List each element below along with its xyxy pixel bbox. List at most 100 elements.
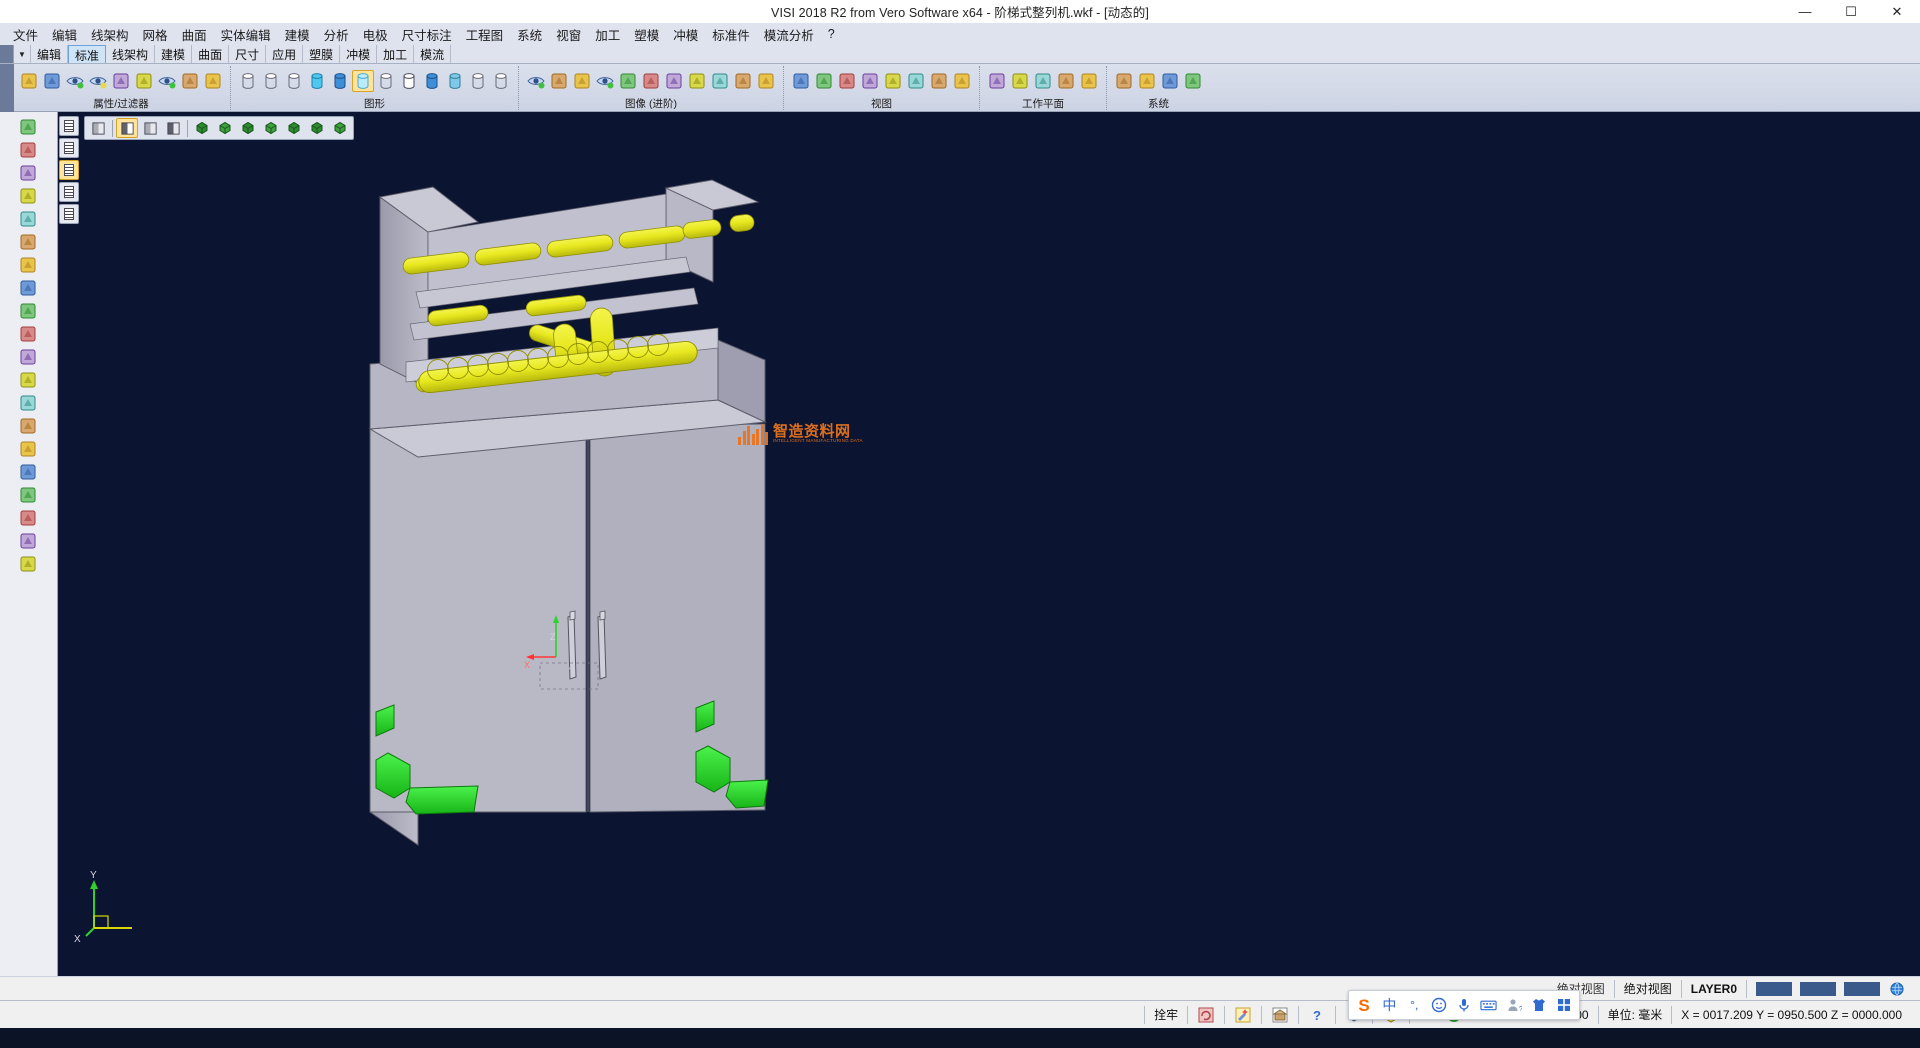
trim-tool-icon[interactable] — [15, 300, 41, 322]
menu-item-9[interactable]: 尺寸标注 — [395, 23, 459, 46]
fillet-tool-icon[interactable] — [15, 323, 41, 345]
zoom-window-icon[interactable] — [836, 70, 858, 92]
shaded-view-icon[interactable] — [329, 70, 351, 92]
ribbon-tab-应用[interactable]: 应用 — [266, 45, 303, 63]
wireframe-view-icon[interactable] — [260, 70, 282, 92]
smiley-view-icon[interactable] — [951, 70, 973, 92]
minimize-button[interactable]: — — [1782, 0, 1828, 23]
snap-magic-icon[interactable] — [1231, 1004, 1255, 1026]
color-chip-2[interactable] — [1800, 982, 1836, 996]
snap-tool-icon[interactable] — [15, 553, 41, 575]
adv-mesh-icon[interactable] — [732, 70, 754, 92]
hidden-dashed-view-icon[interactable] — [306, 70, 328, 92]
ribbon-tab-标准[interactable]: 标准 — [68, 45, 106, 63]
menu-item-14[interactable]: 塑模 — [627, 23, 666, 46]
soft-keyboard-icon[interactable] — [1477, 993, 1500, 1017]
menu-item-7[interactable]: 分析 — [317, 23, 356, 46]
emoji-icon[interactable] — [1428, 993, 1451, 1017]
ribbon-tab-加工[interactable]: 加工 — [377, 45, 414, 63]
adv-cyan-icon[interactable] — [709, 70, 731, 92]
calculator-icon[interactable] — [1136, 70, 1158, 92]
ribbon-tab-尺寸[interactable]: 尺寸 — [229, 45, 266, 63]
menu-item-6[interactable]: 建模 — [278, 23, 317, 46]
lock-label[interactable]: 拴牢 — [1150, 1006, 1182, 1023]
copy-tool-icon[interactable] — [15, 507, 41, 529]
globe-icon[interactable] — [1885, 978, 1909, 1000]
no-shade-icon[interactable] — [490, 70, 512, 92]
mirror-tool-icon[interactable] — [15, 254, 41, 276]
pencil-draw-icon[interactable] — [15, 139, 41, 161]
adv-refresh-icon[interactable] — [571, 70, 593, 92]
layer-traffic-light-icon[interactable] — [110, 70, 132, 92]
snap-rotate-icon[interactable] — [1194, 1004, 1218, 1026]
select-entity-icon[interactable] — [15, 116, 41, 138]
extend-tool-icon[interactable] — [15, 369, 41, 391]
dimension-tool-icon[interactable] — [15, 162, 41, 184]
adv-shade1-icon[interactable] — [617, 70, 639, 92]
menu-item-16[interactable]: 标准件 — [705, 23, 757, 46]
close-button[interactable]: ✕ — [1874, 0, 1920, 23]
delete-tool-icon[interactable] — [15, 484, 41, 506]
add-visible-icon[interactable] — [179, 70, 201, 92]
menu-item-12[interactable]: 视窗 — [549, 23, 588, 46]
walk-through-icon[interactable] — [905, 70, 927, 92]
color-properties-icon[interactable] — [18, 70, 40, 92]
rotate-tool-icon[interactable] — [15, 231, 41, 253]
menu-item-0[interactable]: 文件 — [6, 23, 45, 46]
zoom-in-icon[interactable] — [882, 70, 904, 92]
transform-move-icon[interactable] — [15, 208, 41, 230]
view-style-icon[interactable] — [467, 70, 489, 92]
adv-show-icon[interactable] — [525, 70, 547, 92]
system-settings-icon[interactable] — [1113, 70, 1135, 92]
adv-cone-icon[interactable] — [755, 70, 777, 92]
split-tool-icon[interactable] — [15, 461, 41, 483]
measure-tool-icon[interactable] — [15, 185, 41, 207]
menu-item-8[interactable]: 电极 — [356, 23, 395, 46]
ribbon-tab-建模[interactable]: 建模 — [155, 45, 192, 63]
absolute-view-label[interactable]: 绝对视图 — [1620, 980, 1676, 997]
hide-entities-icon[interactable] — [87, 70, 109, 92]
menu-item-17[interactable]: 模流分析 — [757, 23, 821, 46]
chinese-mode-icon[interactable]: 中 — [1378, 993, 1401, 1017]
menu-item-3[interactable]: 网格 — [136, 23, 175, 46]
ribbon-expand-icon[interactable]: ▼ — [14, 45, 31, 63]
workplane-align-icon[interactable] — [1032, 70, 1054, 92]
adv-shade2-icon[interactable] — [640, 70, 662, 92]
redraw-icon[interactable] — [237, 70, 259, 92]
help-icon[interactable]: ? — [1305, 1004, 1329, 1026]
workplane-rotate-icon[interactable] — [1078, 70, 1100, 92]
hidden-line-view-icon[interactable] — [283, 70, 305, 92]
menu-item-13[interactable]: 加工 — [588, 23, 627, 46]
menu-item-11[interactable]: 系统 — [510, 23, 549, 46]
ribbon-tab-模流[interactable]: 模流 — [414, 45, 451, 63]
ribbon-tab-编辑[interactable]: 编辑 — [31, 45, 68, 63]
ribbon-tab-塑膜[interactable]: 塑膜 — [303, 45, 340, 63]
analysis-tool-icon[interactable] — [15, 530, 41, 552]
toolbox-icon[interactable] — [1552, 993, 1575, 1017]
scale-tool-icon[interactable] — [15, 277, 41, 299]
adv-blue-icon[interactable] — [686, 70, 708, 92]
entity-filter-icon[interactable] — [41, 70, 63, 92]
show-entities-icon[interactable] — [64, 70, 86, 92]
boolean-tool-icon[interactable] — [15, 438, 41, 460]
adv-toggle-icon[interactable] — [594, 70, 616, 92]
remove-visible-icon[interactable] — [202, 70, 224, 92]
section-view-icon[interactable] — [421, 70, 443, 92]
menu-item-1[interactable]: 编辑 — [45, 23, 84, 46]
pattern-tool-icon[interactable] — [15, 415, 41, 437]
voice-input-icon[interactable] — [1453, 993, 1476, 1017]
color-chip-3[interactable] — [1844, 982, 1880, 996]
punctuation-icon[interactable]: °, — [1403, 993, 1426, 1017]
ribbon-tab-冲模[interactable]: 冲模 — [340, 45, 377, 63]
screenshot-icon[interactable] — [1159, 70, 1181, 92]
workplane-origin-icon[interactable] — [1009, 70, 1031, 92]
skin-icon[interactable] — [1527, 993, 1550, 1017]
ribbon-tab-线架构[interactable]: 线架构 — [106, 45, 155, 63]
sphere-view-icon[interactable] — [928, 70, 950, 92]
refresh-view-icon[interactable] — [133, 70, 155, 92]
snap-grid-icon[interactable] — [1268, 1004, 1292, 1026]
menu-item-5[interactable]: 实体编辑 — [214, 23, 278, 46]
toggle-visibility-icon[interactable] — [156, 70, 178, 92]
user-icon[interactable]: ? — [1502, 993, 1525, 1017]
dynamic-rotate-icon[interactable] — [790, 70, 812, 92]
